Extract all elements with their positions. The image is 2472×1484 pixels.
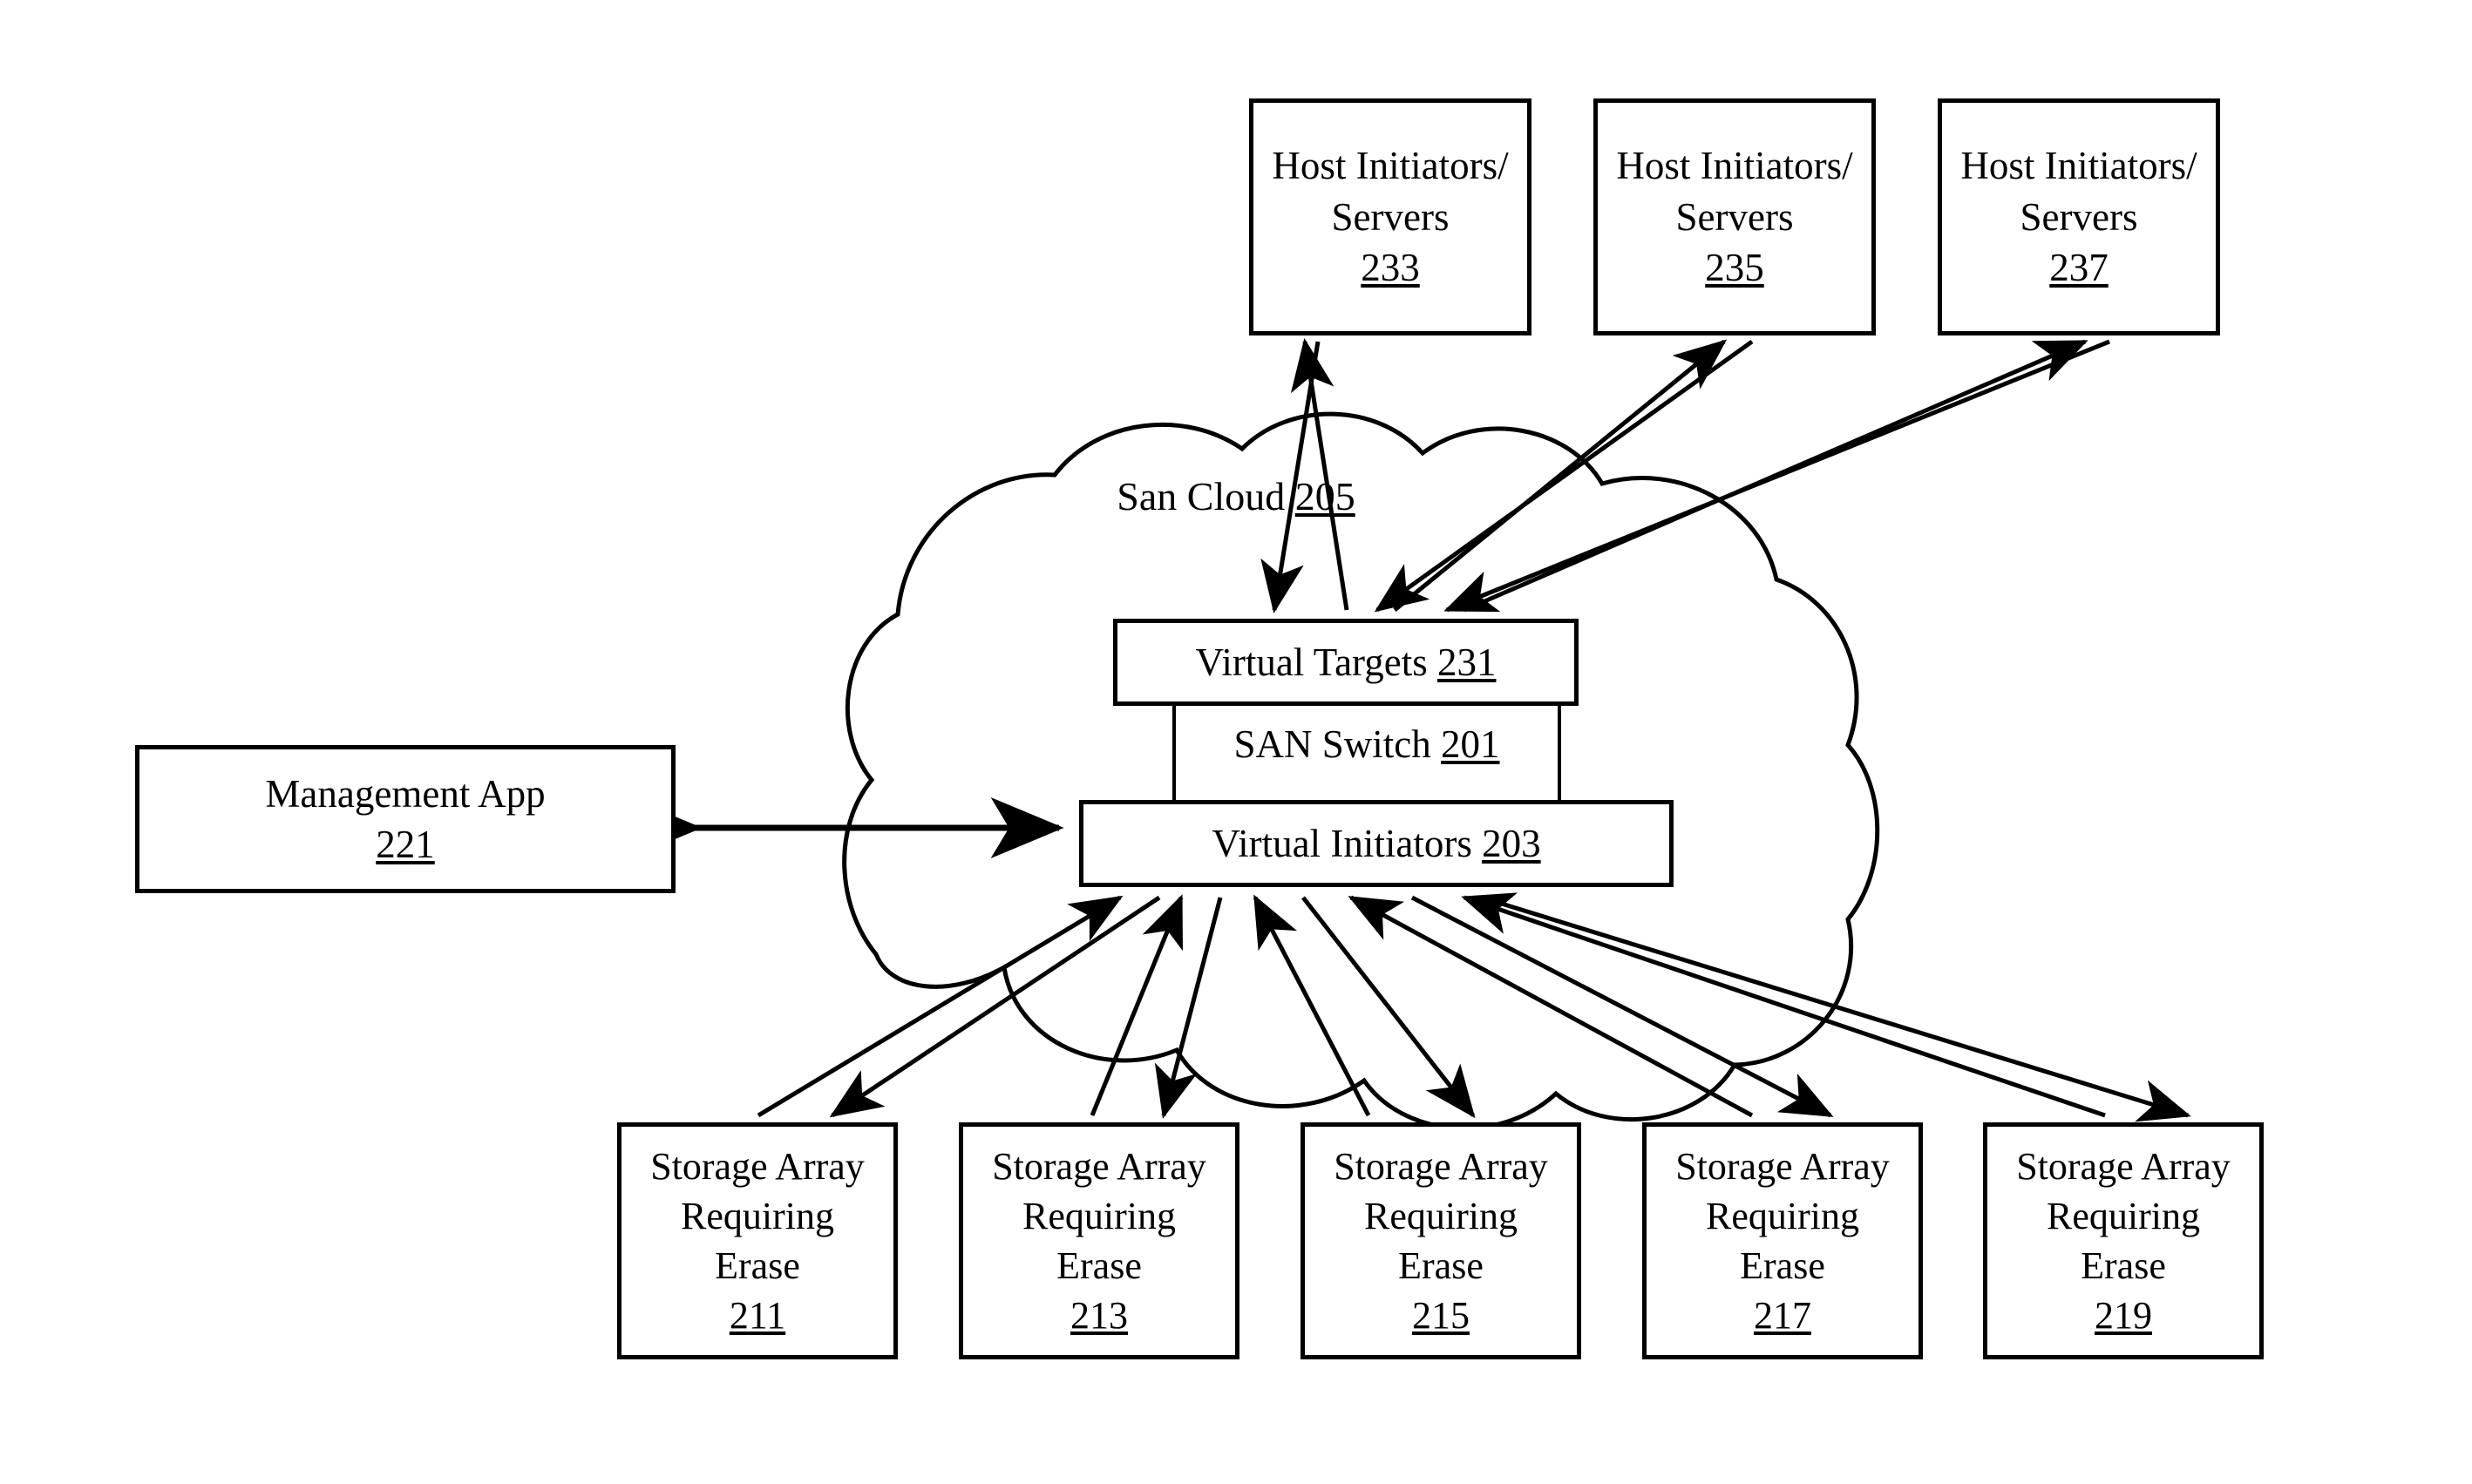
host-235-line2: Servers xyxy=(1675,194,1794,239)
host-initiators-servers-233[interactable]: Host Initiators/ Servers 233 xyxy=(1249,98,1531,335)
storage-array-215[interactable]: Storage Array Requiring Erase 215 xyxy=(1301,1122,1581,1359)
storage-array-217[interactable]: Storage Array Requiring Erase 217 xyxy=(1642,1122,1923,1359)
san-switch-ref: 201 xyxy=(1441,722,1500,766)
virtual-initiators-203[interactable]: Virtual Initiators 203 xyxy=(1079,800,1674,887)
host-235-line1: Host Initiators/ xyxy=(1616,144,1853,188)
san-cloud-ref: 205 xyxy=(1294,474,1355,518)
arrow-virtual-initiators-to-array-213 xyxy=(1154,897,1223,1119)
virtual-targets-ref: 231 xyxy=(1436,640,1497,684)
arrow-array-215-to-virtual-initiators xyxy=(1253,894,1371,1117)
arrow-array-211-to-virtual-initiators xyxy=(757,895,1124,1118)
array-213-line1: Storage Array xyxy=(992,1144,1206,1188)
arrow-array-213-to-virtual-initiators xyxy=(1090,894,1184,1116)
array-213-line2: Requiring xyxy=(1022,1194,1176,1237)
host-233-line2: Servers xyxy=(1331,194,1450,239)
array-217-ref: 217 xyxy=(1754,1294,1811,1338)
array-211-ref: 211 xyxy=(729,1294,786,1338)
host-233-line1: Host Initiators/ xyxy=(1272,144,1509,188)
san-cloud-label: San Cloud 205 xyxy=(1105,471,1367,523)
array-213-ref: 213 xyxy=(1070,1294,1128,1338)
arrow-virtual-initiators-to-array-217 xyxy=(1410,895,1834,1118)
storage-array-213[interactable]: Storage Array Requiring Erase 213 xyxy=(959,1122,1239,1359)
host-237-line1: Host Initiators/ xyxy=(1960,144,2197,188)
array-215-ref: 215 xyxy=(1412,1294,1470,1338)
management-app-label: Management App xyxy=(265,771,546,816)
host-233-ref: 233 xyxy=(1361,246,1420,290)
virtual-targets-text: Virtual Targets xyxy=(1195,640,1428,684)
storage-array-219[interactable]: Storage Array Requiring Erase 219 xyxy=(1983,1122,2264,1359)
virtual-initiators-ref: 203 xyxy=(1482,821,1541,865)
array-219-line2: Requiring xyxy=(2047,1194,2200,1237)
management-app-221[interactable]: Management App 221 xyxy=(135,745,676,893)
san-cloud-name: San Cloud xyxy=(1117,474,1286,518)
array-213-line3: Erase xyxy=(1056,1244,1142,1287)
array-219-line3: Erase xyxy=(2081,1244,2166,1287)
array-217-line3: Erase xyxy=(1740,1244,1825,1287)
array-219-line1: Storage Array xyxy=(2016,1144,2231,1188)
arrow-virtual-initiators-to-array-211 xyxy=(829,895,1161,1118)
arrow-virtual-initiators-to-array-219 xyxy=(1481,895,2191,1122)
array-211-line3: Erase xyxy=(715,1244,800,1287)
array-211-line2: Requiring xyxy=(681,1194,834,1237)
san-switch-label: SAN Switch 201 xyxy=(1233,719,1499,770)
array-215-line2: Requiring xyxy=(1364,1194,1518,1237)
arrow-virtual-initiators-to-array-215 xyxy=(1301,896,1476,1119)
host-initiators-servers-237[interactable]: Host Initiators/ Servers 237 xyxy=(1938,98,2220,335)
host-235-ref: 235 xyxy=(1705,246,1764,290)
virtual-targets-231[interactable]: Virtual Targets 231 xyxy=(1113,619,1579,706)
management-app-ref: 221 xyxy=(376,823,435,866)
arrow-host-235-to-virtual-targets xyxy=(1374,339,1754,613)
array-217-line2: Requiring xyxy=(1706,1194,1859,1237)
virtual-targets-label: Virtual Targets 231 xyxy=(1196,637,1497,688)
host-initiators-servers-235[interactable]: Host Initiators/ Servers 235 xyxy=(1593,98,1876,335)
host-237-ref: 237 xyxy=(2049,246,2109,290)
virtual-initiators-text: Virtual Initiators xyxy=(1212,821,1472,865)
san-switch-text: SAN Switch xyxy=(1233,722,1431,766)
array-215-line1: Storage Array xyxy=(1334,1144,1548,1188)
arrow-host-237-to-virtual-targets xyxy=(1443,339,2110,613)
virtual-initiators-label: Virtual Initiators 203 xyxy=(1212,818,1540,870)
host-237-line2: Servers xyxy=(2020,194,2138,239)
storage-array-211[interactable]: Storage Array Requiring Erase 211 xyxy=(617,1122,898,1359)
array-217-line1: Storage Array xyxy=(1675,1144,1890,1188)
san-architecture-diagram: San Cloud 205 Host Initiators/ Servers 2… xyxy=(0,0,2472,1484)
arrow-array-219-to-virtual-initiators xyxy=(1461,892,2106,1118)
san-switch-201[interactable]: SAN Switch 201 xyxy=(1172,701,1561,804)
array-211-line1: Storage Array xyxy=(650,1144,865,1188)
array-219-ref: 219 xyxy=(2095,1294,2152,1338)
array-215-line3: Erase xyxy=(1398,1244,1484,1287)
arrow-array-217-to-virtual-initiators xyxy=(1348,895,1754,1118)
